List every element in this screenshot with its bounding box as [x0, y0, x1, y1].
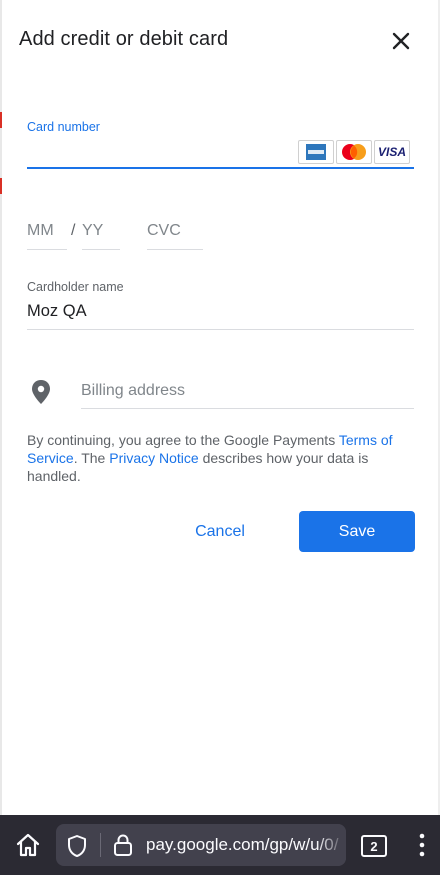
cardholder-name-label: Cardholder name [27, 280, 124, 294]
expiry-month-placeholder: MM [27, 222, 54, 239]
card-number-label: Card number [27, 120, 100, 134]
save-button[interactable]: Save [299, 511, 415, 552]
menu-button[interactable] [414, 832, 430, 858]
lock-icon[interactable] [113, 833, 133, 857]
card-brand-logos: VISA [298, 140, 410, 164]
privacy-notice-link[interactable]: Privacy Notice [109, 450, 198, 466]
billing-address-underline [81, 408, 414, 409]
cardholder-name-input[interactable]: Moz QA [27, 302, 87, 321]
card-number-input[interactable] [27, 140, 291, 168]
visa-logo-text: VISA [377, 145, 406, 159]
cvc-placeholder: CVC [147, 222, 181, 239]
dialog-title: Add credit or debit card [19, 28, 229, 50]
background-edge-mark [0, 178, 2, 194]
cvc-field[interactable]: CVC [147, 218, 203, 250]
expiry-year-underline [82, 249, 120, 250]
cancel-button[interactable]: Cancel [178, 512, 262, 551]
terms-notice: By continuing, you agree to the Google P… [27, 431, 417, 485]
url-bar[interactable]: pay.google.com/gp/w/u/0/ [56, 824, 346, 866]
home-button[interactable] [14, 831, 42, 859]
more-vertical-icon [419, 833, 425, 857]
location-pin-icon [32, 380, 50, 404]
expiry-year-field[interactable]: YY [82, 218, 120, 250]
card-number-field[interactable]: Card number VISA [27, 118, 414, 170]
expiry-month-field[interactable]: MM [27, 218, 67, 250]
expiry-separator: / [71, 222, 76, 239]
card-number-underline [27, 167, 414, 169]
cardholder-name-underline [27, 329, 414, 330]
page: Add credit or debit card Card number VIS… [0, 0, 440, 875]
shield-icon[interactable] [66, 834, 88, 858]
close-button[interactable] [386, 26, 416, 56]
billing-address-field[interactable]: Billing address [81, 375, 414, 409]
expiry-year-placeholder: YY [82, 222, 104, 239]
cvc-underline [147, 249, 203, 250]
visa-logo: VISA [374, 140, 410, 164]
mastercard-logo [336, 140, 372, 164]
home-icon [16, 833, 40, 857]
url-divider [100, 833, 101, 857]
terms-middle: . The [73, 450, 110, 466]
background-edge-mark [0, 112, 2, 128]
url-fade [316, 824, 346, 866]
billing-address-placeholder: Billing address [81, 382, 186, 399]
close-icon [392, 32, 410, 50]
cardholder-name-field[interactable]: Cardholder name Moz QA [27, 278, 414, 330]
terms-prefix: By continuing, you agree to the Google P… [27, 432, 339, 448]
expiry-month-underline [27, 249, 67, 250]
amex-logo [298, 140, 334, 164]
url-text: pay.google.com/gp/w/u/0/ [146, 835, 339, 854]
tabs-button[interactable]: 2 [361, 835, 387, 857]
browser-toolbar: pay.google.com/gp/w/u/0/ 2 [0, 815, 440, 875]
